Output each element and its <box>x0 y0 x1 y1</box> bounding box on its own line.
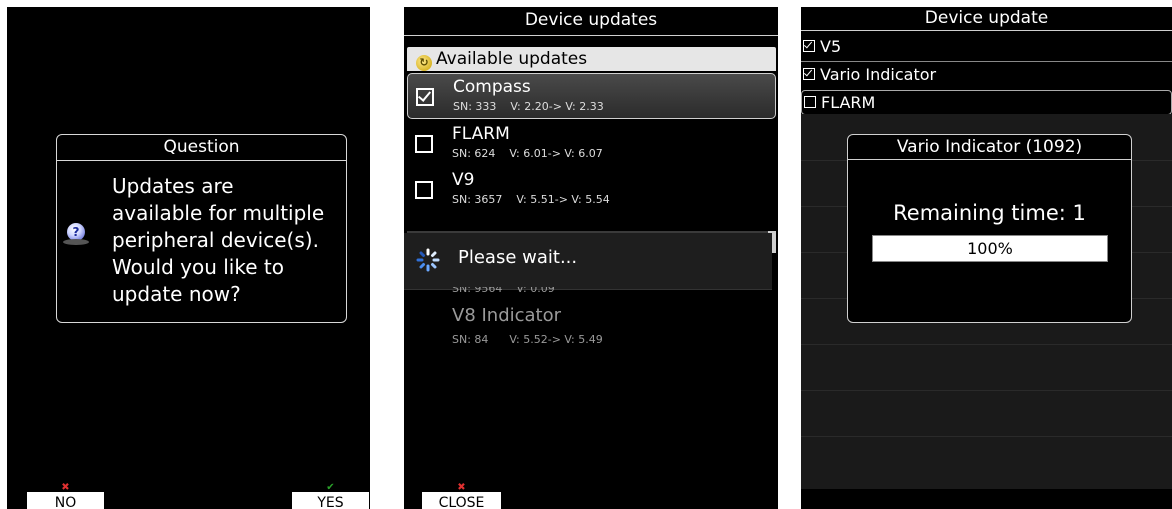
device-info: SN: 84 V: 5.52-> V: 5.49 <box>452 333 778 346</box>
update-progress-dialog: Vario Indicator (1092) Remaining time: 1… <box>847 134 1132 323</box>
message-line: peripheral device(s). <box>112 228 319 252</box>
remaining-time: Remaining time: 1 <box>893 201 1086 225</box>
yes-button[interactable]: ✔ YES <box>292 483 369 509</box>
cross-icon: ✖ <box>61 482 70 493</box>
item-label: FLARM <box>821 93 876 112</box>
message-line: available for multiple <box>112 201 325 225</box>
device-name: V9 <box>452 170 475 190</box>
device-info-partial: SN: 9564 V: 0.09 <box>452 287 555 295</box>
device-row-compass[interactable]: Compass SN: 333 V: 2.20-> V: 2.33 <box>407 73 776 119</box>
device-info: SN: 3657 V: 5.51-> V: 5.54 <box>452 193 610 206</box>
no-button-label: NO <box>54 495 77 509</box>
checkbox[interactable] <box>415 135 433 153</box>
checkbox[interactable] <box>415 181 433 199</box>
please-wait-overlay: Please wait... <box>404 233 772 290</box>
item-label: Vario Indicator <box>820 65 937 84</box>
message-line: update now? <box>112 282 241 306</box>
version-change: V: 5.52-> V: 5.49 <box>509 333 603 346</box>
device-row-flarm[interactable]: FLARM SN: 624 V: 6.01-> V: 6.07 <box>407 121 776 165</box>
dialog-title: Question <box>57 135 346 161</box>
update-item-v5: V5 <box>803 35 1172 59</box>
device-update-screen: Device update V5 Vario Indicator FLARM V… <box>801 7 1172 509</box>
serial-number: SN: 333 <box>453 100 497 113</box>
spinner-icon <box>416 248 440 272</box>
divider <box>801 30 1172 31</box>
divider <box>404 35 778 36</box>
question-icon: ? <box>63 223 89 245</box>
screen-title: Device updates <box>524 10 658 30</box>
close-button[interactable]: ✖ CLOSE <box>422 483 501 509</box>
update-item-vario-indicator: Vario Indicator <box>803 63 1172 87</box>
version-change: V: 6.01-> V: 6.07 <box>509 147 603 160</box>
item-label: V5 <box>820 37 842 56</box>
device-name: V8 Indicator <box>452 305 562 326</box>
divider <box>801 61 1172 62</box>
serial-number: SN: 84 <box>452 333 489 346</box>
check-icon: ✔ <box>326 482 335 493</box>
message-line: Would you like to <box>112 255 284 279</box>
progress-bar: 100% <box>872 235 1108 262</box>
no-button[interactable]: ✖ NO <box>27 483 104 509</box>
device-updates-screen: Device updates ↻ Available updates Compas… <box>404 7 778 509</box>
checkbox-icon <box>804 96 816 108</box>
screen-title: Device update <box>924 8 1049 28</box>
version-change: V: 5.51-> V: 5.54 <box>516 193 610 206</box>
question-screen: Question ? Updates are available for mul… <box>7 7 370 509</box>
update-icon: ↻ <box>416 55 432 71</box>
cross-icon: ✖ <box>457 482 466 493</box>
serial-number: SN: 3657 <box>452 193 503 206</box>
checkbox[interactable] <box>416 88 434 106</box>
checkbox-icon <box>803 40 815 52</box>
serial-number: SN: 624 <box>452 147 496 160</box>
checkbox-icon <box>803 68 815 80</box>
device-name: Compass <box>453 77 531 97</box>
yes-button-label: YES <box>317 495 344 509</box>
wait-message: Please wait... <box>458 247 578 268</box>
close-button-label: CLOSE <box>438 495 485 509</box>
question-dialog: Question ? Updates are available for mul… <box>56 134 347 323</box>
section-label: Available updates <box>436 49 588 69</box>
version-change: V: 2.20-> V: 2.33 <box>510 100 604 113</box>
progress-label: 100% <box>967 239 1013 258</box>
update-item-flarm: FLARM <box>801 90 1172 115</box>
device-name: FLARM <box>452 124 510 144</box>
device-row-v9[interactable]: V9 SN: 3657 V: 5.51-> V: 5.54 <box>407 167 776 211</box>
message-line: Updates are <box>112 174 234 198</box>
dialog-message: Updates are available for multiple perip… <box>112 173 344 308</box>
device-info: SN: 333 V: 2.20-> V: 2.33 <box>453 100 604 113</box>
dialog-title: Vario Indicator (1092) <box>848 135 1131 160</box>
available-updates-header: ↻ Available updates <box>407 47 776 71</box>
device-info: SN: 624 V: 6.01-> V: 6.07 <box>452 147 603 160</box>
